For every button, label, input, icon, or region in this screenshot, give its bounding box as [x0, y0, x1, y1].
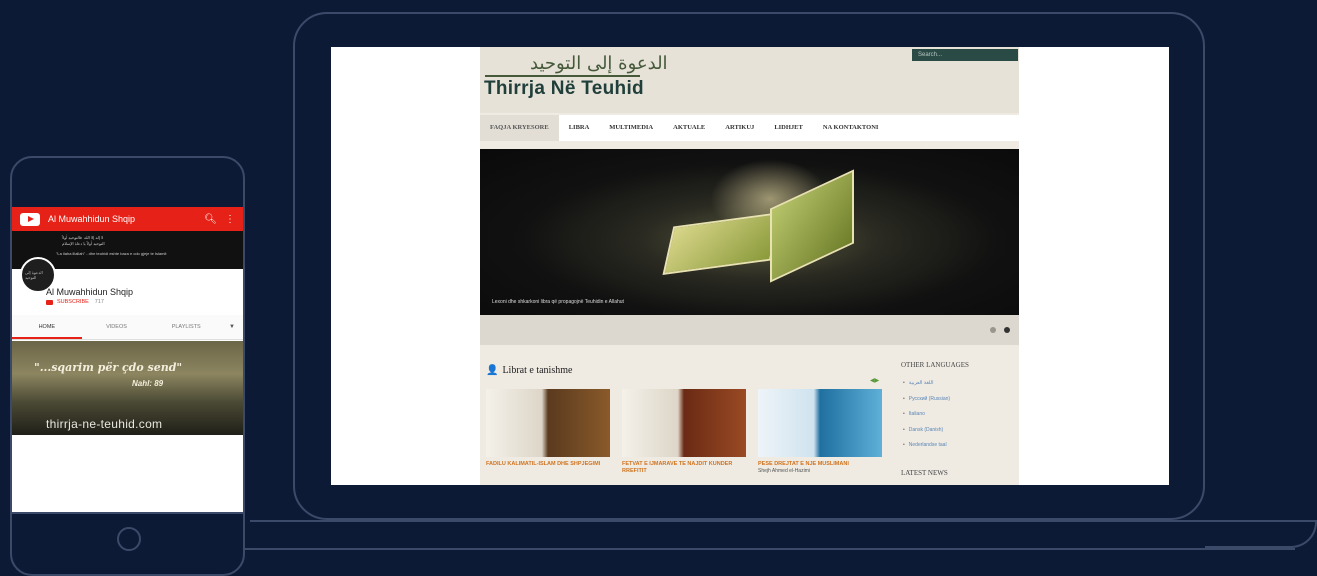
- latest-news-heading: LATEST NEWS: [901, 469, 948, 477]
- nav-item-home[interactable]: FAQJA KRYESORE: [480, 115, 559, 141]
- hero-caption: Lexoni dhe shkarkoni libra që propagojnë…: [492, 299, 624, 305]
- slider-controls: [480, 315, 1019, 345]
- channel-tabs: HOME VIDEOS PLAYLISTS ▼: [12, 315, 243, 340]
- nav-item-lidhjet[interactable]: LIDHJET: [764, 115, 813, 141]
- subscribe-icon[interactable]: [46, 299, 53, 305]
- phone-screen: Al Muwahhidun Shqip 🔍︎ ⋮ لا إله إلا الله…: [12, 207, 243, 512]
- site-title[interactable]: Thirrja Në Teuhid: [484, 78, 644, 100]
- language-list: اللغة العربية Русский (Russian) Italiano…: [903, 376, 950, 454]
- books-heading: Librat e tanishme: [502, 365, 573, 376]
- book-cover[interactable]: [758, 389, 882, 457]
- video-quote: "...sqarim për çdo send": [34, 361, 183, 374]
- slider-dot-1[interactable]: [990, 327, 996, 333]
- app-title: Al Muwahhidun Shqip: [48, 214, 136, 224]
- language-link[interactable]: Dansk (Danish): [903, 423, 950, 439]
- book-title[interactable]: PESE DREJTAT E NJE MUSLIMANI Shejh Ahmed…: [758, 461, 882, 475]
- title-underline: [485, 75, 640, 77]
- book-cover[interactable]: [622, 389, 746, 457]
- nav-item-artikuj[interactable]: ARTIKUJ: [715, 115, 764, 141]
- search-icon[interactable]: 🔍︎: [204, 214, 217, 225]
- video-url: thirrja-ne-teuhid.com: [46, 417, 163, 431]
- youtube-logo-icon[interactable]: [20, 212, 40, 226]
- other-languages-heading: OTHER LANGUAGES: [901, 361, 969, 369]
- nav-item-multimedia[interactable]: MULTIMEDIA: [599, 115, 663, 141]
- person-icon: 👤: [486, 365, 499, 376]
- site-header: الدعوة إلى التوحيد Thirrja Në Teuhid Sea…: [480, 47, 1019, 113]
- laptop-base-edge: [1205, 522, 1317, 548]
- banner-text: "La ilaha illallah" - dhe teuhidi eshte …: [56, 251, 167, 256]
- nav-item-aktuale[interactable]: AKTUALE: [663, 115, 715, 141]
- search-input[interactable]: Search...: [912, 49, 1018, 61]
- featured-video[interactable]: "...sqarim për çdo send" Nahl: 89 thirrj…: [12, 341, 243, 435]
- book-title[interactable]: FETVAT E IJMARAVE TE NAJDIT KUNDER RREFI…: [622, 461, 746, 475]
- book-cover[interactable]: [486, 389, 610, 457]
- nav-item-kontakt[interactable]: NA KONTAKTONI: [813, 115, 889, 141]
- phone-bezel-line: [10, 512, 245, 514]
- website: الدعوة إلى التوحيد Thirrja Në Teuhid Sea…: [480, 47, 1019, 485]
- video-reference: Nahl: 89: [132, 379, 164, 388]
- banner-arabic-text: لا إله إلا الله فالتوحيد أولاً التوحيد أ…: [62, 235, 105, 246]
- laptop-screen: الدعوة إلى التوحيد Thirrja Në Teuhid Sea…: [331, 47, 1169, 485]
- book-page-left: [662, 212, 782, 275]
- more-vert-icon[interactable]: ⋮: [225, 214, 235, 225]
- hero-slider-image[interactable]: Lexoni dhe shkarkoni libra që propagojnë…: [480, 149, 1019, 315]
- home-button-icon[interactable]: [117, 527, 141, 551]
- language-link[interactable]: Italiano: [903, 407, 950, 423]
- tab-playlists[interactable]: PLAYLISTS: [151, 315, 221, 339]
- language-link[interactable]: Русский (Russian): [903, 392, 950, 408]
- slider-dot-2[interactable]: [1004, 327, 1010, 333]
- nav-item-libra[interactable]: LIBRA: [559, 115, 600, 141]
- site-arabic-title: الدعوة إلى التوحيد: [530, 53, 668, 74]
- site-nav: FAQJA KRYESORE LIBRA MULTIMEDIA AKTUALE …: [480, 115, 1019, 141]
- books-section-title: 👤 Librat e tanishme: [486, 365, 572, 376]
- chevron-down-icon[interactable]: ▼: [221, 324, 243, 330]
- language-link[interactable]: Nederlandse taal: [903, 438, 950, 454]
- subscriber-count: 717: [94, 299, 104, 305]
- language-link[interactable]: اللغة العربية: [903, 376, 950, 392]
- tab-home[interactable]: HOME: [12, 315, 82, 339]
- channel-name: Al Muwahhidun Shqip: [46, 287, 134, 297]
- carousel-arrows-icon[interactable]: ◀▶: [870, 377, 879, 384]
- subscribe-button[interactable]: SUBSCRIBE: [57, 299, 89, 305]
- book-title[interactable]: FADILU KALIMATIL-ISLAM DHE SHPJEGIMI: [486, 461, 610, 468]
- tab-videos[interactable]: VIDEOS: [82, 315, 152, 339]
- subscribe-row: SUBSCRIBE 717: [46, 299, 104, 305]
- book-author: Shejh Ahmed el-Hazimi: [758, 468, 810, 474]
- book-title-text[interactable]: PESE DREJTAT E NJE MUSLIMANI: [758, 461, 849, 467]
- youtube-app-bar: Al Muwahhidun Shqip 🔍︎ ⋮: [12, 207, 243, 231]
- laptop-base-bottom: [245, 548, 1295, 550]
- avatar-text: الدعوة إلى التوحيد: [25, 270, 43, 280]
- laptop-base: [250, 520, 1317, 522]
